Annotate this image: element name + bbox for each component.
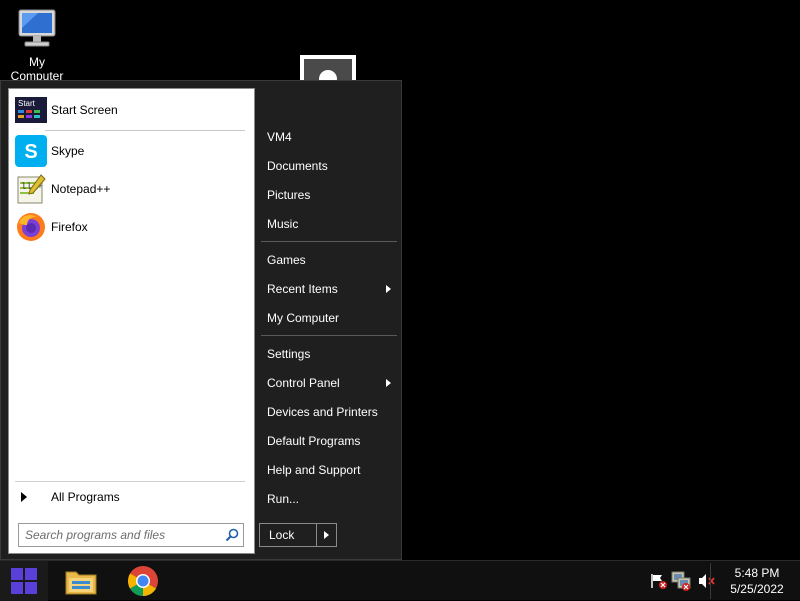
taskbar: 5:48 PM 5/25/2022 <box>0 560 800 601</box>
chevron-right-icon <box>324 531 329 539</box>
svg-text:Start: Start <box>18 99 36 108</box>
right-item-recent-items[interactable]: Recent Items <box>259 276 399 302</box>
triangle-right-icon <box>21 492 27 502</box>
right-item-settings[interactable]: Settings <box>259 341 399 367</box>
divider <box>261 335 397 336</box>
divider <box>261 241 397 242</box>
program-start-screen[interactable]: Start Start Screen <box>15 93 251 127</box>
network-disconnected-icon[interactable] <box>670 570 692 592</box>
computer-monitor-icon <box>18 9 56 47</box>
item-label: Music <box>267 217 299 231</box>
desktop-icon-my-computer[interactable]: My Computer <box>8 8 66 83</box>
item-label: Documents <box>267 159 328 173</box>
right-item-games[interactable]: Games <box>259 247 399 273</box>
power-button-group: Lock <box>259 523 337 547</box>
file-explorer-icon <box>65 571 97 595</box>
right-item-pictures[interactable]: Pictures <box>259 182 399 208</box>
right-item-documents[interactable]: Documents <box>259 153 399 179</box>
program-label: Start Screen <box>51 103 118 117</box>
right-item-control-panel[interactable]: Control Panel <box>259 370 399 396</box>
item-label: VM4 <box>267 130 292 144</box>
item-label: Devices and Printers <box>267 405 378 419</box>
item-label: Settings <box>267 347 311 361</box>
right-item-my-computer[interactable]: My Computer <box>259 305 399 331</box>
program-notepadpp[interactable]: ll++ Notepad++ <box>15 172 251 206</box>
desktop-icon-label: My Computer <box>10 55 64 83</box>
submenu-arrow-icon <box>386 285 391 293</box>
power-options-button[interactable] <box>317 523 337 547</box>
start-menu-programs-pane: Start Start Screen S Skype Notepad++ Fir… <box>8 88 255 554</box>
notepadpp-icon: ll++ <box>15 173 47 205</box>
search-input[interactable] <box>19 525 221 545</box>
item-label: Recent Items <box>267 282 338 296</box>
right-item-run[interactable]: Run... <box>259 486 399 512</box>
right-item-devices-and-printers[interactable]: Devices and Printers <box>259 399 399 425</box>
program-skype[interactable]: S Skype <box>15 134 251 168</box>
item-label: Control Panel <box>267 376 340 390</box>
clock[interactable]: 5:48 PM 5/25/2022 <box>722 565 792 597</box>
show-desktop-button[interactable] <box>710 563 722 599</box>
search-box[interactable] <box>18 523 244 547</box>
item-label: Run... <box>267 492 300 506</box>
taskbar-file-explorer[interactable] <box>57 561 105 601</box>
program-label: Skype <box>51 144 85 158</box>
clock-time: 5:48 PM <box>734 566 780 580</box>
program-label: Notepad++ <box>51 182 111 196</box>
submenu-arrow-icon <box>386 379 391 387</box>
right-item-default-programs[interactable]: Default Programs <box>259 428 399 454</box>
all-programs-label: All Programs <box>51 490 120 504</box>
start-button[interactable] <box>0 561 48 601</box>
right-item-user[interactable]: VM4 <box>259 124 399 150</box>
clock-date: 5/25/2022 <box>730 582 784 596</box>
windows-logo-icon <box>11 568 37 594</box>
desktop: My Computer Start Start Screen S Skype N… <box>0 0 800 560</box>
item-label: My Computer <box>267 311 340 325</box>
right-item-music[interactable]: Music <box>259 211 399 237</box>
divider <box>15 481 245 482</box>
item-label: Pictures <box>267 188 311 202</box>
start-menu: Start Start Screen S Skype Notepad++ Fir… <box>0 80 402 560</box>
firefox-icon <box>15 211 47 243</box>
skype-icon: S <box>15 135 47 167</box>
item-label: Games <box>267 253 306 267</box>
svg-text:S: S <box>24 141 37 163</box>
right-item-help-and-support[interactable]: Help and Support <box>259 457 399 483</box>
program-firefox[interactable]: Firefox <box>15 210 251 244</box>
all-programs-button[interactable]: All Programs <box>15 487 245 507</box>
action-center-flag-icon[interactable] <box>650 573 668 589</box>
divider <box>45 130 245 131</box>
chrome-icon <box>128 566 158 597</box>
item-label: Help and Support <box>267 463 361 477</box>
item-label: Default Programs <box>267 434 361 448</box>
lock-button[interactable]: Lock <box>259 523 317 547</box>
search-icon[interactable] <box>221 525 243 545</box>
taskbar-chrome[interactable] <box>119 561 167 601</box>
program-label: Firefox <box>51 220 88 234</box>
start-screen-icon: Start <box>15 94 47 126</box>
